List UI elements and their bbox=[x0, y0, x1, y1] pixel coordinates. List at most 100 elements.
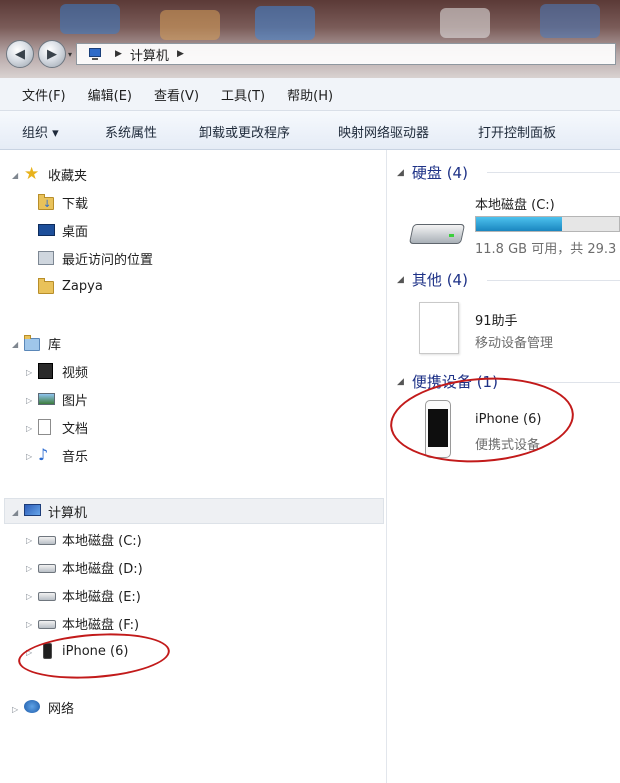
document-icon bbox=[38, 419, 56, 435]
group-divider bbox=[527, 382, 620, 383]
command-bar: 组织 ▾ 系统属性 卸载或更改程序 映射网络驱动器 打开控制面板 bbox=[0, 111, 620, 150]
content-pane: ◢ 硬盘 (4) 本地磁盘 (C:) 11.8 GB 可用，共 29.3 ◢ 其… bbox=[387, 150, 620, 783]
background-blur bbox=[255, 6, 315, 40]
download-folder-icon: ↓ bbox=[38, 194, 56, 210]
nav-item-label: 本地磁盘 (F:) bbox=[62, 617, 140, 633]
folder-icon bbox=[38, 278, 56, 294]
generic-file-icon bbox=[419, 302, 459, 354]
background-blur bbox=[60, 4, 120, 34]
nav-item-videos[interactable]: 视频 bbox=[38, 359, 88, 383]
open-control-panel-button[interactable]: 打开控制面板 bbox=[478, 122, 556, 141]
nav-item-drive-f[interactable]: 本地磁盘 (F:) bbox=[38, 611, 139, 635]
collapsed-arrow-icon[interactable]: ▷ bbox=[26, 368, 32, 377]
menu-tools[interactable]: 工具(T) bbox=[221, 85, 265, 104]
drive-icon bbox=[38, 531, 56, 547]
expand-arrow-icon[interactable]: ◢ bbox=[12, 340, 18, 349]
nav-item-label: 视频 bbox=[62, 365, 89, 381]
uninstall-program-button[interactable]: 卸载或更改程序 bbox=[199, 122, 290, 141]
nav-network[interactable]: 网络 bbox=[24, 695, 74, 719]
collapsed-arrow-icon[interactable]: ▷ bbox=[26, 536, 32, 545]
nav-item-label: 最近访问的位置 bbox=[62, 252, 154, 268]
nav-item-drive-e[interactable]: 本地磁盘 (E:) bbox=[38, 583, 141, 607]
nav-item-label: 本地磁盘 (C:) bbox=[62, 533, 142, 549]
group-title: 其他 (4) bbox=[411, 271, 468, 289]
background-blur bbox=[440, 8, 490, 38]
collapsed-arrow-icon[interactable]: ▷ bbox=[12, 705, 18, 714]
nav-item-label: 图片 bbox=[62, 393, 89, 409]
chevron-right-icon[interactable]: ▶ bbox=[177, 49, 184, 59]
nav-item-pictures[interactable]: 图片 bbox=[38, 387, 88, 411]
nav-item-drive-d[interactable]: 本地磁盘 (D:) bbox=[38, 555, 143, 579]
collapsed-arrow-icon[interactable]: ▷ bbox=[26, 564, 32, 573]
collapse-triangle-icon[interactable]: ◢ bbox=[397, 377, 404, 387]
music-note-icon: ♪ bbox=[38, 445, 49, 464]
nav-libraries-label: 库 bbox=[48, 337, 62, 353]
recent-pages-dropdown-icon[interactable]: ▾ bbox=[68, 50, 72, 59]
group-header-hard-disks[interactable]: ◢ 硬盘 (4) bbox=[397, 162, 468, 183]
star-icon: ★ bbox=[24, 164, 40, 184]
background-blur bbox=[540, 4, 600, 38]
breadcrumb-computer[interactable]: 计算机 bbox=[130, 45, 169, 64]
collapsed-arrow-icon[interactable]: ▷ bbox=[26, 396, 32, 405]
arrow-right-icon: ▶ bbox=[47, 46, 57, 62]
nav-computer[interactable]: 计算机 bbox=[24, 499, 87, 523]
drive-c-name: 本地磁盘 (C:) bbox=[475, 198, 555, 213]
nav-item-downloads[interactable]: ↓ 下载 bbox=[38, 190, 88, 214]
desktop-icon bbox=[38, 222, 56, 238]
nav-item-documents[interactable]: 文档 bbox=[38, 415, 88, 439]
nav-favorites-label: 收藏夹 bbox=[48, 168, 88, 184]
menu-edit[interactable]: 编辑(E) bbox=[88, 85, 132, 104]
system-properties-button[interactable]: 系统属性 bbox=[105, 122, 157, 141]
nav-item-label: 桌面 bbox=[62, 224, 89, 240]
nav-item-label: 音乐 bbox=[62, 449, 89, 465]
computer-icon bbox=[87, 47, 103, 61]
back-button[interactable]: ◀ bbox=[6, 40, 34, 68]
navigation-pane: ◢ ★ 收藏夹 ↓ 下载 桌面 最近访问的位置 Zapya ◢ 库 ▷ 视频 ▷… bbox=[0, 150, 387, 783]
collapsed-arrow-icon[interactable]: ▷ bbox=[26, 592, 32, 601]
menu-bar: 文件(F) 编辑(E) 查看(V) 工具(T) 帮助(H) bbox=[0, 78, 620, 111]
nav-libraries[interactable]: 库 bbox=[24, 331, 61, 355]
library-icon bbox=[24, 335, 42, 351]
nav-item-desktop[interactable]: 桌面 bbox=[38, 218, 88, 242]
window-titlebar: ◀ ▶ ▾ ▶ 计算机 ▶ bbox=[0, 0, 620, 78]
drive-icon bbox=[38, 587, 56, 603]
nav-computer-label: 计算机 bbox=[48, 505, 88, 521]
collapsed-arrow-icon[interactable]: ▷ bbox=[26, 452, 32, 461]
recent-places-icon bbox=[38, 250, 56, 266]
drive-icon bbox=[38, 559, 56, 575]
drive-icon bbox=[38, 615, 56, 631]
nav-item-zapya[interactable]: Zapya bbox=[38, 274, 103, 298]
collapse-triangle-icon[interactable]: ◢ bbox=[397, 275, 404, 285]
menu-file[interactable]: 文件(F) bbox=[22, 85, 66, 104]
collapsed-arrow-icon[interactable]: ▷ bbox=[26, 620, 32, 629]
chevron-right-icon[interactable]: ▶ bbox=[115, 49, 122, 59]
nav-item-label: Zapya bbox=[62, 278, 103, 294]
expand-arrow-icon[interactable]: ◢ bbox=[12, 171, 18, 180]
nav-item-label: 本地磁盘 (E:) bbox=[62, 589, 141, 605]
nav-item-music[interactable]: ♪ 音乐 bbox=[38, 443, 88, 467]
computer-icon bbox=[24, 503, 42, 519]
group-divider bbox=[487, 280, 620, 281]
nav-item-label: 下载 bbox=[62, 196, 89, 212]
drive-usage-bar bbox=[475, 216, 620, 232]
picture-icon bbox=[38, 391, 56, 407]
collapsed-arrow-icon[interactable]: ▷ bbox=[26, 424, 32, 433]
video-icon bbox=[38, 363, 56, 379]
annotation-circle bbox=[16, 628, 172, 684]
app-description: 移动设备管理 bbox=[475, 336, 554, 351]
menu-view[interactable]: 查看(V) bbox=[154, 85, 199, 104]
forward-button[interactable]: ▶ bbox=[38, 40, 66, 68]
expand-arrow-icon[interactable]: ◢ bbox=[12, 508, 18, 517]
organize-button[interactable]: 组织 ▾ bbox=[22, 122, 59, 141]
nav-item-drive-c[interactable]: 本地磁盘 (C:) bbox=[38, 527, 142, 551]
group-header-other[interactable]: ◢ 其他 (4) bbox=[397, 269, 468, 290]
map-network-drive-button[interactable]: 映射网络驱动器 bbox=[338, 122, 429, 141]
menu-help[interactable]: 帮助(H) bbox=[287, 85, 333, 104]
drive-c-space: 11.8 GB 可用，共 29.3 bbox=[475, 242, 617, 257]
nav-favorites[interactable]: ★ 收藏夹 bbox=[24, 162, 87, 186]
collapse-triangle-icon[interactable]: ◢ bbox=[397, 168, 404, 178]
app-name: 91助手 bbox=[475, 314, 518, 329]
hard-drive-icon bbox=[408, 218, 466, 246]
nav-item-recent-places[interactable]: 最近访问的位置 bbox=[38, 246, 153, 270]
address-bar[interactable]: ▶ 计算机 ▶ bbox=[76, 43, 616, 65]
